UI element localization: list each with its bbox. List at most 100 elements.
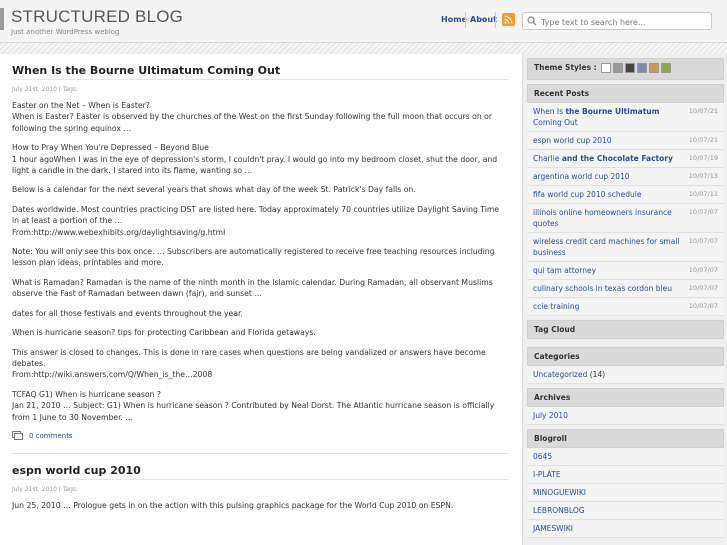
blogroll-link[interactable]: 0645 bbox=[527, 448, 724, 466]
recent-post-date: 10/07/07 bbox=[688, 284, 718, 292]
post-paragraph: Easter on the Net – When is Easter? When … bbox=[12, 100, 508, 134]
recent-post-date: 10/07/07 bbox=[688, 208, 718, 216]
post-paragraph: What is Ramadan? Ramadan is the name of … bbox=[12, 277, 508, 300]
recent-post-link[interactable]: argentina world cup 2010 bbox=[533, 171, 630, 182]
recent-post-date: 10/07/11 bbox=[688, 190, 718, 198]
recent-post-item[interactable]: qui tam attorney 10/07/07 bbox=[527, 262, 724, 280]
post-text: Below is a calendar for the next several… bbox=[12, 185, 416, 195]
comment-icon bbox=[12, 430, 23, 440]
sidebar: Theme Styles : Recent Posts When Is the … bbox=[522, 54, 727, 545]
recent-post-link[interactable]: wireless credit card machines for small … bbox=[533, 236, 685, 258]
header-accent-bar bbox=[0, 8, 4, 30]
nav-divider bbox=[465, 12, 466, 28]
site-title[interactable]: STRUCTURED BLOG bbox=[11, 7, 183, 27]
post-title-divider bbox=[12, 79, 508, 80]
theme-styles-label: Theme Styles : bbox=[534, 63, 597, 72]
category-item[interactable]: Uncategorized (14) bbox=[527, 366, 724, 384]
blogroll-link[interactable]: LEBRONBLOG bbox=[527, 502, 724, 520]
blogroll-link[interactable]: I-PLATE bbox=[527, 466, 724, 484]
recent-post-link[interactable]: fifa world cup 2010 schedule bbox=[533, 189, 641, 200]
theme-swatch[interactable] bbox=[649, 63, 660, 73]
post-title[interactable]: espn world cup 2010 bbox=[12, 464, 508, 477]
recent-post-item[interactable]: Charlie and the Chocolate Factory 10/07/1… bbox=[527, 150, 724, 168]
theme-swatch[interactable] bbox=[637, 63, 648, 73]
header-stripe bbox=[0, 43, 727, 54]
recent-post-link[interactable]: Charlie and the Chocolate Factory bbox=[533, 153, 673, 164]
post-text: Easter on the Net – When is Easter? bbox=[12, 101, 150, 110]
theme-swatch[interactable] bbox=[601, 63, 612, 73]
post-meta: July 21st, 2010 | Tags: bbox=[12, 86, 79, 93]
post-meta: July 21st, 2010 | Tags: bbox=[12, 485, 79, 493]
post-text: When is Easter? Easter is observed by th… bbox=[12, 112, 493, 133]
recent-post-item[interactable]: culinary schools in texas cordon bleu 10/… bbox=[527, 280, 724, 298]
recent-post-date: 10/07/07 bbox=[688, 237, 718, 245]
theme-swatch[interactable] bbox=[613, 63, 624, 73]
recent-post-item[interactable]: espn world cup 2010 10/07/21 bbox=[527, 132, 724, 150]
recent-post-date: 10/07/07 bbox=[688, 266, 718, 274]
search-box[interactable] bbox=[522, 12, 712, 30]
nav-about-link[interactable]: About bbox=[470, 15, 497, 24]
theme-swatch[interactable] bbox=[625, 63, 636, 73]
recent-post-date: 10/07/21 bbox=[688, 107, 718, 115]
recent-post-item[interactable]: argentina world cup 2010 10/07/13 bbox=[527, 168, 724, 186]
post-text: When is hurricane season? tips for prote… bbox=[12, 328, 316, 338]
post-text: Note: You will only see this box once. …… bbox=[12, 247, 495, 268]
recent-post-item[interactable]: When Is the Bourne Ultimatum Coming Out 1… bbox=[527, 103, 724, 132]
comments-count[interactable]: 0 comments bbox=[29, 432, 73, 440]
post-text: 1 hour agoWhen I was in the eye of depre… bbox=[12, 154, 498, 176]
post-paragraph: Dates worldwide. Most countries practici… bbox=[12, 204, 508, 238]
post-paragraph: Note: You will only see this box once. …… bbox=[12, 246, 508, 269]
blogroll-heading: Blogroll bbox=[527, 429, 724, 448]
post-text: dates for all those festivals and events… bbox=[12, 308, 243, 318]
tag-cloud-heading: Tag Cloud bbox=[527, 320, 724, 339]
post-paragraph: When is hurricane season? tips for prote… bbox=[12, 327, 508, 338]
comments-link[interactable]: 0 comments bbox=[12, 430, 508, 441]
post-title[interactable]: When Is the Bourne Ultimatum Coming Out bbox=[12, 64, 508, 77]
archive-link[interactable]: July 2010 bbox=[533, 410, 568, 421]
post-text: This answer is closed to changes. This i… bbox=[12, 347, 486, 368]
recent-post-date: 10/07/19 bbox=[688, 154, 718, 162]
rss-feed-icon[interactable] bbox=[502, 13, 515, 26]
recent-post-link[interactable]: espn world cup 2010 bbox=[533, 135, 612, 146]
theme-styles-widget: Theme Styles : bbox=[527, 58, 724, 80]
main-content: When Is the Bourne Ultimatum Coming Out J… bbox=[0, 54, 522, 545]
category-link[interactable]: Uncategorized bbox=[533, 370, 587, 379]
post-text: Jun 25, 2010 … Prologue gets in on the a… bbox=[12, 500, 454, 510]
recent-post-link[interactable]: qui tam attorney bbox=[533, 265, 596, 276]
blogroll-list: 0645 I-PLATE MINOGUEWIKI LEBRONBLOG JAMESWIK… bbox=[527, 448, 724, 538]
post-paragraph: This answer is closed to changes. This i… bbox=[12, 347, 508, 381]
recent-post-item[interactable]: wireless credit card machines for small … bbox=[527, 233, 724, 262]
blogroll-link[interactable]: JAMESWIKI bbox=[527, 520, 724, 538]
recent-post-item[interactable]: illinois online homeowners insurance quo… bbox=[527, 204, 724, 233]
archives-heading: Archives bbox=[527, 388, 724, 407]
post-text: How to Pray When You're Depressed – Beyo… bbox=[12, 143, 209, 153]
post-paragraph: Below is a calendar for the next several… bbox=[12, 184, 508, 195]
categories-heading: Categories bbox=[527, 347, 724, 366]
search-icon bbox=[527, 16, 537, 26]
recent-post-link[interactable]: When Is the Bourne Ultimatum Coming Out bbox=[533, 106, 685, 128]
recent-post-item[interactable]: fifa world cup 2010 schedule 10/07/11 bbox=[527, 186, 724, 204]
post-title-divider bbox=[12, 478, 508, 480]
search-input[interactable] bbox=[539, 14, 711, 30]
category-count: (14) bbox=[589, 370, 606, 379]
recent-post-link[interactable]: culinary schools in texas cordon bleu bbox=[533, 283, 672, 294]
archive-item[interactable]: July 2010 bbox=[527, 407, 724, 425]
theme-swatch[interactable] bbox=[661, 63, 672, 73]
post-paragraph: Jun 25, 2010 … Prologue gets in on the a… bbox=[12, 500, 508, 511]
site-header: STRUCTURED BLOG Just another WordPress w… bbox=[0, 0, 727, 43]
post-paragraph: dates for all those festivals and events… bbox=[12, 308, 508, 319]
recent-posts-heading: Recent Posts bbox=[527, 84, 724, 103]
post-text: What is Ramadan? Ramadan is the name of … bbox=[12, 277, 493, 299]
recent-post-link[interactable]: ccie training bbox=[533, 301, 579, 312]
nav-home-link[interactable]: Home bbox=[441, 15, 467, 24]
post-paragraph: How to Pray When You're Depressed – Beyo… bbox=[12, 142, 508, 176]
recent-post-link[interactable]: illinois online homeowners insurance quo… bbox=[533, 207, 685, 229]
recent-post-date: 10/07/07 bbox=[688, 302, 718, 310]
recent-post-item[interactable]: ccie training 10/07/07 bbox=[527, 298, 724, 316]
post-paragraph: TCFAQ G1) When is hurricane season ? Jan … bbox=[12, 389, 508, 423]
blogroll-link[interactable]: MINOGUEWIKI bbox=[527, 484, 724, 502]
recent-post-date: 10/07/21 bbox=[688, 136, 718, 144]
nav-divider bbox=[495, 12, 496, 28]
recent-posts-list: When Is the Bourne Ultimatum Coming Out 1… bbox=[527, 103, 724, 316]
post-text: TCFAQ G1) When is hurricane season ? bbox=[12, 389, 161, 399]
